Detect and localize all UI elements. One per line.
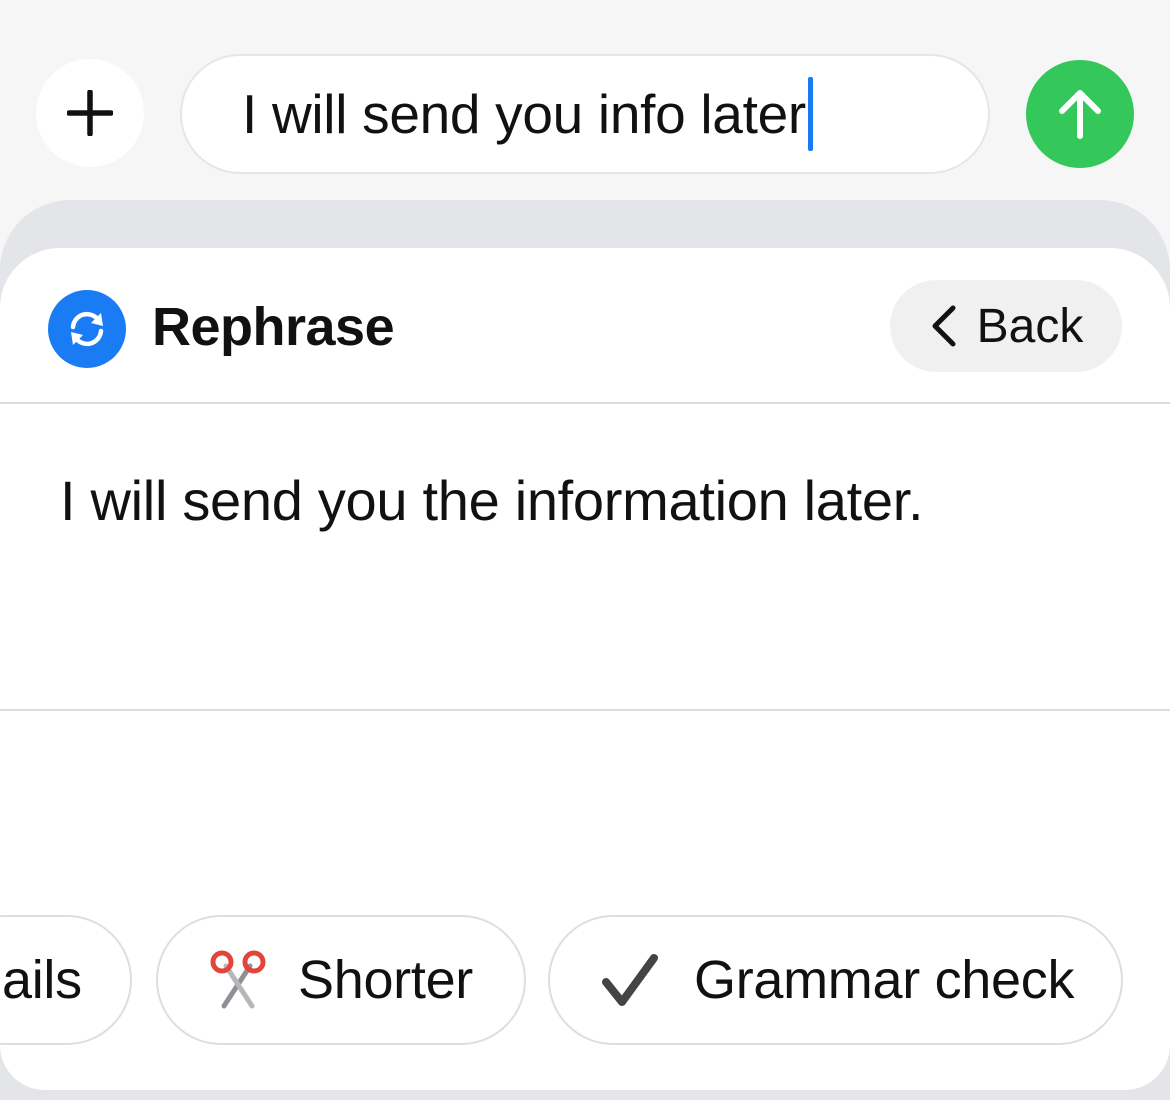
plus-icon	[67, 90, 113, 136]
chip-details[interactable]: ails	[0, 915, 132, 1045]
message-text: I will send you info later	[242, 83, 806, 145]
text-cursor	[807, 77, 813, 151]
message-input[interactable]: I will send you info later	[180, 54, 990, 174]
rephrased-text[interactable]: I will send you the information later.	[60, 468, 924, 533]
add-attachment-button[interactable]	[36, 59, 144, 167]
checkmark-icon	[600, 950, 660, 1010]
chip-grammar-label: Grammar check	[694, 950, 1075, 1010]
chip-shorter-label: Shorter	[298, 950, 473, 1010]
back-label: Back	[976, 299, 1084, 353]
chip-grammar-check[interactable]: Grammar check	[548, 915, 1123, 1045]
chip-shorter[interactable]: Shorter	[156, 915, 526, 1045]
result-divider	[0, 709, 1170, 711]
arrow-up-icon	[1059, 90, 1101, 139]
rephrase-panel: Rephrase Back I will send you the inform…	[0, 248, 1170, 1090]
rephrase-cycle-icon	[48, 290, 126, 368]
panel-header: Rephrase Back	[0, 248, 1170, 403]
header-divider	[0, 402, 1170, 404]
panel-title: Rephrase	[152, 297, 395, 357]
back-button[interactable]: Back	[890, 280, 1122, 372]
chevron-left-icon	[932, 305, 956, 347]
send-button[interactable]	[1026, 60, 1134, 168]
scissors-icon	[206, 948, 270, 1012]
chip-details-label: ails	[2, 950, 82, 1010]
